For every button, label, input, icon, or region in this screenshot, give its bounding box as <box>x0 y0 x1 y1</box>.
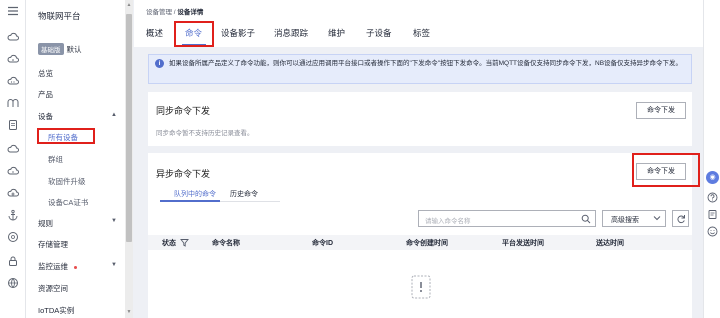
instance-name: 默认 <box>66 44 82 54</box>
col-command-id: 命令ID <box>312 240 333 247</box>
settings-circle-icon[interactable] <box>6 230 20 244</box>
sidebar-item-devices[interactable]: 设备 <box>38 111 53 122</box>
commands-table-header: 状态 命令名称 命令ID 命令创建时间 平台发送时间 送达时间 <box>148 235 692 250</box>
tab-device-shadow[interactable]: 设备影子 <box>221 27 255 39</box>
refresh-icon <box>677 215 685 224</box>
sidebar-item-rules[interactable]: 规则 <box>38 218 53 229</box>
breadcrumb: 设备管理 / 设备详情 <box>146 6 203 16</box>
subtab-queued-commands[interactable]: 队列中的命令 <box>174 189 216 199</box>
highlight-async-button <box>632 153 700 187</box>
edit-document-icon[interactable] <box>707 209 718 220</box>
col-platform-sent-time: 平台发送时间 <box>502 240 544 247</box>
sync-send-command-button[interactable]: 命令下发 <box>636 102 686 119</box>
highlight-all-devices <box>37 128 95 144</box>
sidebar-scroll-thumb[interactable] <box>126 14 132 242</box>
sidebar-item-overview[interactable]: 总览 <box>38 68 53 79</box>
chevron-down-icon[interactable]: ▼ <box>110 261 118 269</box>
advanced-search-label: 高级搜索 <box>611 217 639 224</box>
chevron-up-icon[interactable]: ▲ <box>110 111 118 119</box>
tab-message-trace[interactable]: 消息跟踪 <box>274 27 308 39</box>
tab-overview[interactable]: 概述 <box>146 27 163 39</box>
command-search-input[interactable]: 请输入命令名称 <box>418 210 596 227</box>
col-command-name: 命令名称 <box>212 240 240 247</box>
sidebar-item-iotda-instance[interactable]: IoTDA实例 <box>38 305 74 316</box>
sync-desc: 同步命令暂不支持历史记录查看。 <box>156 130 254 137</box>
globe-icon[interactable] <box>6 276 20 290</box>
anchor-icon[interactable] <box>6 208 20 222</box>
sidebar-item-groups[interactable]: 群组 <box>48 154 63 165</box>
scroll-down-icon[interactable]: ▼ <box>126 309 132 315</box>
cloud-icon[interactable] <box>6 30 20 44</box>
sync-command-card: 同步命令下发 同步命令暂不支持历史记录查看。 命令下发 <box>148 92 692 146</box>
sidebar-item-resource-space[interactable]: 资源空间 <box>38 283 68 294</box>
cloud-upload-icon[interactable] <box>6 52 20 66</box>
col-delivered-time: 送达时间 <box>596 240 624 247</box>
menu-icon[interactable] <box>6 4 20 18</box>
sidebar-item-storage[interactable]: 存储管理 <box>38 239 68 250</box>
sidebar-item-monitoring-label: 监控运维 <box>38 262 68 271</box>
sidebar-item-monitoring[interactable]: 监控运维 <box>38 261 77 272</box>
chevron-down-icon[interactable]: ▼ <box>110 217 118 225</box>
col-status: 状态 <box>162 240 176 247</box>
help-icon[interactable] <box>707 192 718 203</box>
async-title: 异步命令下发 <box>156 169 211 179</box>
empty-state-icon <box>411 275 431 299</box>
breadcrumb-parent[interactable]: 设备管理 <box>146 9 172 16</box>
page-header: 设备管理 / 设备详情 概述 命令 设备影子 消息跟踪 维护 子设备 标签 <box>134 0 703 47</box>
search-icon[interactable] <box>581 214 591 224</box>
active-subtab-indicator <box>160 200 220 202</box>
cloud-dots-icon[interactable] <box>6 74 20 88</box>
search-placeholder: 请输入命令名称 <box>425 218 471 225</box>
info-banner: i 如果设备所属产品定义了命令功能，则你可以通过应用调用平台接口或者操作下面的"… <box>148 54 692 84</box>
right-tool-rail: ◉ <box>703 0 720 318</box>
cloud-sync-icon[interactable] <box>6 164 20 178</box>
col-created-time: 命令创建时间 <box>406 240 448 247</box>
breadcrumb-current: 设备详情 <box>177 9 204 16</box>
lock-icon[interactable] <box>6 254 20 268</box>
info-text: 如果设备所属产品定义了命令功能，则你可以通过应用调用平台接口或者操作下面的"下发… <box>169 60 683 67</box>
info-icon: i <box>155 59 164 68</box>
sidebar-item-products[interactable]: 产品 <box>38 89 53 100</box>
scroll-up-icon[interactable]: ▲ <box>126 2 132 8</box>
tab-maintenance[interactable]: 维护 <box>328 27 345 39</box>
cloud-network-icon[interactable] <box>6 186 20 200</box>
feedback-smile-icon[interactable] <box>707 226 718 237</box>
tab-sub-devices[interactable]: 子设备 <box>366 27 392 39</box>
filter-icon[interactable] <box>180 238 189 247</box>
new-dot <box>74 265 77 269</box>
bridge-icon[interactable] <box>6 96 20 110</box>
chevron-down-icon <box>653 216 661 221</box>
document-icon[interactable] <box>6 118 20 132</box>
icon-rail <box>0 0 26 318</box>
sync-title: 同步命令下发 <box>156 106 211 116</box>
sidebar-title: 物联网平台 <box>38 11 81 21</box>
refresh-button[interactable] <box>672 210 689 227</box>
subtab-history-commands[interactable]: 历史命令 <box>230 189 258 199</box>
instance-selector[interactable]: 基础版 默认 <box>38 43 82 55</box>
instance-tag: 基础版 <box>38 43 64 55</box>
assistant-icon[interactable]: ◉ <box>706 171 719 184</box>
sidebar-item-device-ca-cert[interactable]: 设备CA证书 <box>48 197 88 208</box>
cloud-outline-icon[interactable] <box>6 142 20 156</box>
sidebar-item-firmware-upgrade[interactable]: 软固件升级 <box>48 176 86 187</box>
advanced-search-button[interactable]: 高级搜索 <box>602 210 666 227</box>
highlight-commands-tab <box>174 21 214 47</box>
tab-tags[interactable]: 标签 <box>413 27 430 39</box>
